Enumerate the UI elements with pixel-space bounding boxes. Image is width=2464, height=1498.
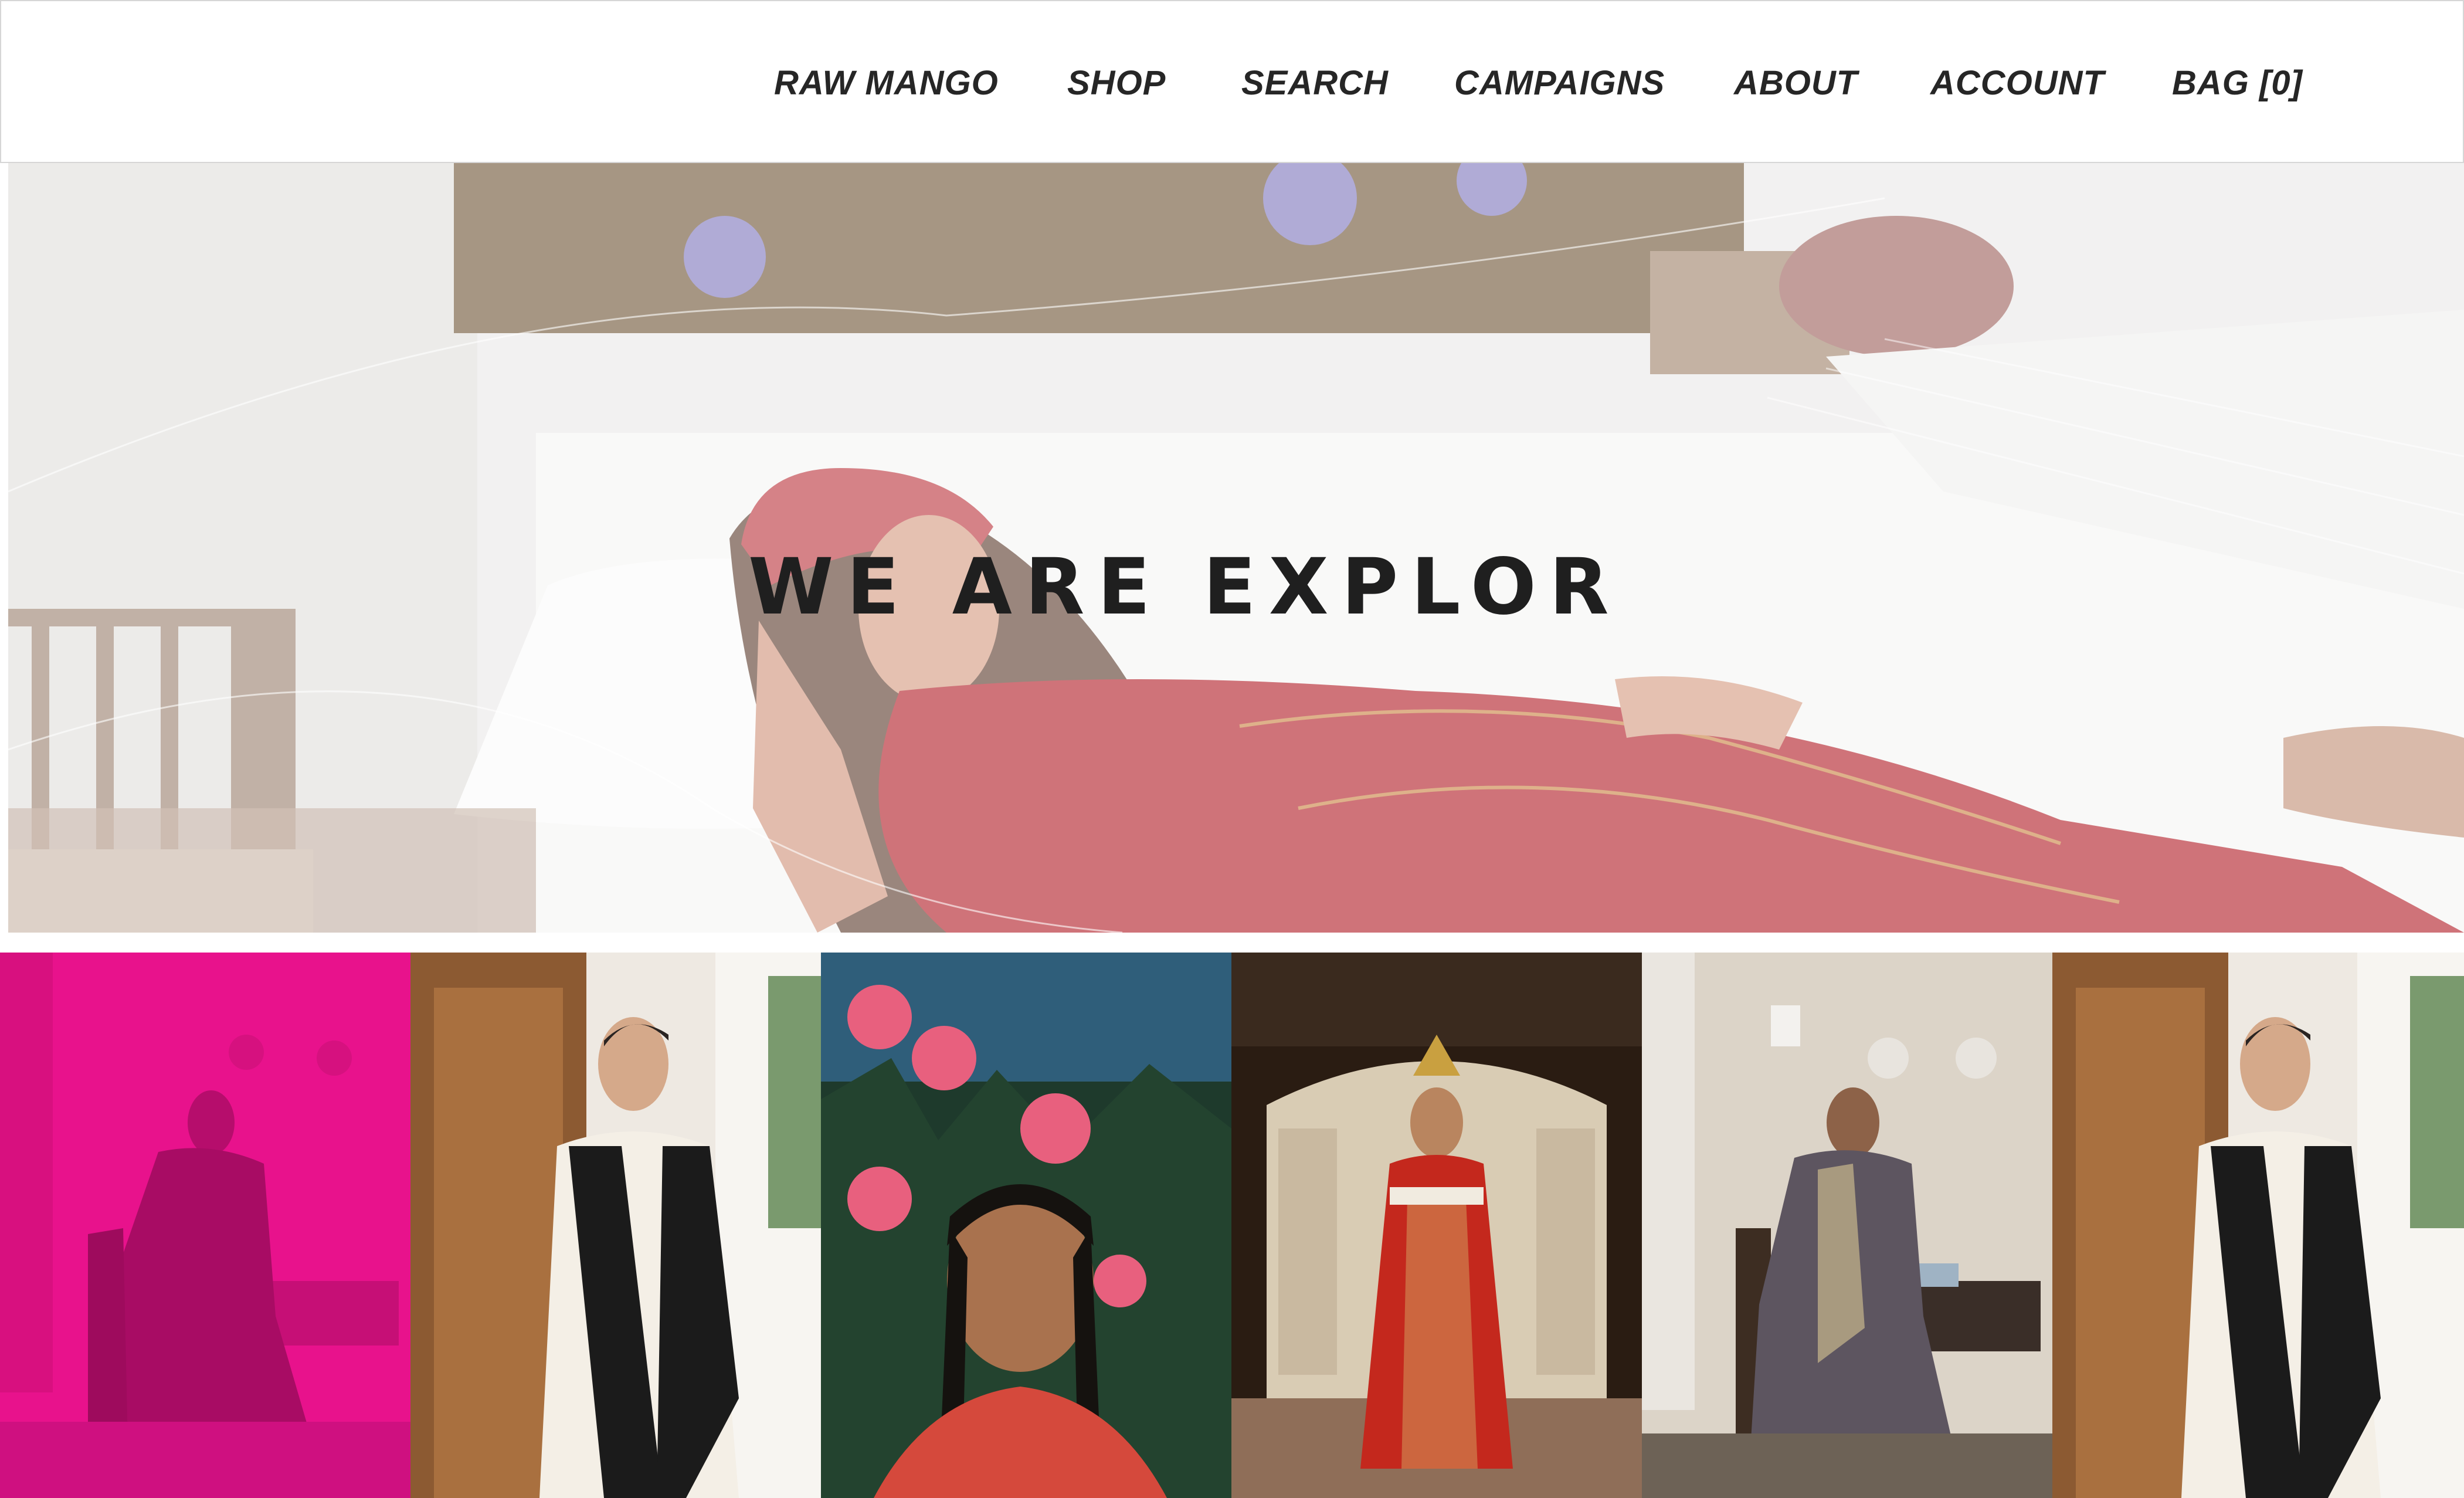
nav-search[interactable]: SEARCH [1241,60,1389,107]
gallery-tile-5[interactable] [1642,953,2052,1498]
hero-banner: WE ARE EXPLOR [8,163,2464,933]
nav-account[interactable]: ACCOUNT [1930,60,2105,107]
site-header: RAW MANGO SHOP SEARCH CAMPAIGNS ABOUT AC… [0,0,2464,163]
gallery-photo-4 [1231,953,1642,1498]
gallery-photo-6 [2052,953,2464,1498]
nav-about[interactable]: ABOUT [1734,60,1858,107]
gallery-photo-3 [821,953,1231,1498]
gallery-tile-3[interactable] [821,953,1231,1498]
gallery-tile-1[interactable] [0,953,410,1498]
nav-raw-mango[interactable]: RAW MANGO [774,60,999,107]
campaign-gallery [0,953,2464,1498]
nav-bag[interactable]: BAG [0] [2172,60,2303,107]
nav-shop[interactable]: SHOP [1067,60,1166,107]
gallery-tile-2[interactable] [410,953,821,1498]
gallery-photo-2 [410,953,821,1498]
main-nav: RAW MANGO SHOP SEARCH CAMPAIGNS ABOUT AC… [1,1,2464,164]
gallery-tile-4[interactable] [1231,953,1642,1498]
nav-campaigns[interactable]: CAMPAIGNS [1454,60,1665,107]
gallery-photo-1 [0,953,410,1498]
gallery-tile-6[interactable] [2052,953,2464,1498]
gallery-photo-5 [1642,953,2052,1498]
hero-title: WE ARE EXPLOR [748,542,1622,632]
